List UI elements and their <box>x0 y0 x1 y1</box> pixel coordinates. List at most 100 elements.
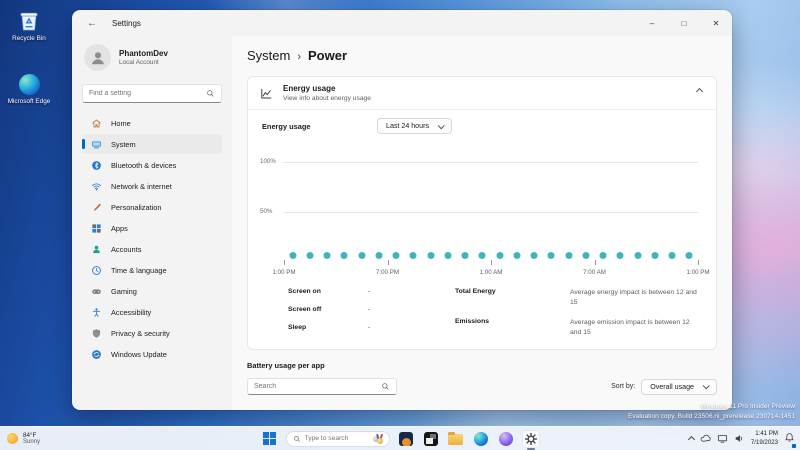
app-search-input[interactable] <box>254 383 381 391</box>
energy-usage-chart: 100% 50% 1:00 PM 7:00 PM 1:00 AM 7:00 AM 1:0… <box>260 140 710 280</box>
tray-chevron-up-icon[interactable] <box>687 435 695 444</box>
data-point <box>668 251 676 259</box>
accounts-icon <box>91 244 102 255</box>
sidebar-item-accessibility[interactable]: Accessibility <box>82 302 222 322</box>
collapse-chevron-icon[interactable] <box>695 87 704 96</box>
stat-row: Emissions Average emission impact is bet… <box>455 318 702 337</box>
tray-date: 7/19/2023 <box>750 438 778 446</box>
settings-search-input[interactable] <box>89 90 206 97</box>
sidebar-item-label: Time & language <box>111 265 167 275</box>
desktop-icon-recycle-bin[interactable]: Recycle Bin <box>2 9 56 43</box>
accessibility-icon <box>91 307 102 318</box>
weather-temperature: 84°F <box>23 432 37 439</box>
sidebar-item-accounts[interactable]: Accounts <box>82 239 222 259</box>
stat-row: Screen on - <box>288 288 455 295</box>
bell-icon <box>784 432 795 443</box>
clock[interactable]: 1:41 PM 7/19/2023 <box>751 430 778 446</box>
x-axis-label: 1:00 AM <box>479 269 503 276</box>
privacy-icon <box>91 328 102 339</box>
time-icon <box>91 265 102 276</box>
sidebar-item-gaming[interactable]: Gaming <box>82 281 222 301</box>
data-point <box>565 251 573 259</box>
sidebar-item-system[interactable]: System <box>82 134 222 154</box>
data-point <box>340 251 348 259</box>
taskbar-edge[interactable] <box>472 430 490 448</box>
sidebar-item-privacy-security[interactable]: Privacy & security <box>82 323 222 343</box>
edge-icon <box>473 431 488 446</box>
battery-usage-section: Battery usage per app Sort by: Overall u… <box>247 361 717 396</box>
window-titlebar[interactable]: ← Settings – □ ✕ <box>72 10 732 36</box>
sidebar-item-time-language[interactable]: Time & language <box>82 260 222 280</box>
system-tray: 1:41 PM 7/19/2023 <box>687 430 796 448</box>
minimize-button[interactable]: – <box>636 10 668 36</box>
network-icon[interactable] <box>717 433 728 444</box>
onedrive-cloud-icon[interactable] <box>700 433 711 444</box>
energy-card-header[interactable]: Energy usage View info about energy usag… <box>248 77 716 109</box>
sidebar-item-personalization[interactable]: Personalization <box>82 197 222 217</box>
sidebar-item-label: Gaming <box>111 286 137 296</box>
sort-by-label: Sort by: <box>611 383 636 391</box>
close-button[interactable]: ✕ <box>700 10 732 36</box>
network-icon <box>91 181 102 192</box>
taskbar-settings[interactable] <box>521 429 540 448</box>
data-point <box>513 251 521 259</box>
start-button[interactable] <box>261 430 279 448</box>
sidebar-item-bluetooth-devices[interactable]: Bluetooth & devices <box>82 155 222 175</box>
speaker-icon[interactable] <box>734 433 745 444</box>
settings-search[interactable] <box>82 84 222 103</box>
app-search[interactable] <box>247 378 397 396</box>
x-axis-label: 7:00 PM <box>375 269 400 276</box>
back-button[interactable]: ← <box>84 18 100 29</box>
data-point <box>616 251 624 259</box>
breadcrumb-system[interactable]: System <box>247 48 290 63</box>
sidebar-item-label: Apps <box>111 223 128 233</box>
weather-widget[interactable]: 84°F Sunny <box>7 432 40 445</box>
y-tick-100: 100% <box>260 158 276 165</box>
data-point <box>530 251 538 259</box>
x-axis-label: 7:00 AM <box>583 269 606 276</box>
data-point <box>599 251 607 259</box>
search-icon <box>293 435 301 443</box>
personalization-icon <box>91 202 102 213</box>
taskbar-app-media[interactable] <box>397 430 415 448</box>
data-point <box>461 251 469 259</box>
taskbar: 84°F Sunny 1:41 <box>0 426 800 450</box>
taskbar-app-black[interactable] <box>422 430 440 448</box>
taskbar-copilot[interactable] <box>497 430 515 448</box>
sidebar-item-network-internet[interactable]: Network & internet <box>82 176 222 196</box>
search-highlight-icon <box>372 433 383 444</box>
home-icon <box>91 118 102 129</box>
sidebar-item-label: System <box>111 139 136 149</box>
notification-bell[interactable] <box>784 430 796 448</box>
window-title: Settings <box>112 18 141 28</box>
user-profile[interactable]: PhantomDev Local Account <box>84 44 220 71</box>
taskbar-search-input[interactable] <box>304 435 369 442</box>
system-icon <box>91 139 102 150</box>
sidebar-item-label: Home <box>111 118 131 128</box>
energy-card-subtitle: View info about energy usage <box>283 95 371 102</box>
taskbar-file-explorer[interactable] <box>447 430 465 448</box>
time-range-dropdown[interactable]: Last 24 hours <box>377 118 452 134</box>
search-icon <box>206 89 215 98</box>
chart-plot-area: 1:00 PM 7:00 PM 1:00 AM 7:00 AM 1:00 PM <box>272 140 710 276</box>
gear-icon <box>524 432 538 446</box>
gaming-icon <box>91 286 102 297</box>
battery-section-title: Battery usage per app <box>247 361 325 371</box>
settings-window: ← Settings – □ ✕ PhantomDev Local Accoun… <box>72 10 732 410</box>
notification-badge <box>792 443 796 448</box>
sidebar-item-windows-update[interactable]: Windows Update <box>82 344 222 364</box>
energy-usage-label: Energy usage <box>262 121 311 131</box>
media-app-icon <box>398 431 413 446</box>
sidebar-item-home[interactable]: Home <box>82 113 222 133</box>
data-point <box>375 251 383 259</box>
sidebar-item-apps[interactable]: Apps <box>82 218 222 238</box>
taskbar-search[interactable] <box>285 430 390 447</box>
data-point <box>634 251 642 259</box>
maximize-button[interactable]: □ <box>668 10 700 36</box>
selected-accent-bar <box>82 139 85 149</box>
desktop-icon-microsoft-edge[interactable]: Microsoft Edge <box>2 72 56 106</box>
line-chart-icon <box>260 87 273 100</box>
chevron-down-icon <box>437 121 445 129</box>
sort-dropdown[interactable]: Overall usage <box>641 378 717 395</box>
tray-time: 1:41 PM <box>755 430 778 438</box>
